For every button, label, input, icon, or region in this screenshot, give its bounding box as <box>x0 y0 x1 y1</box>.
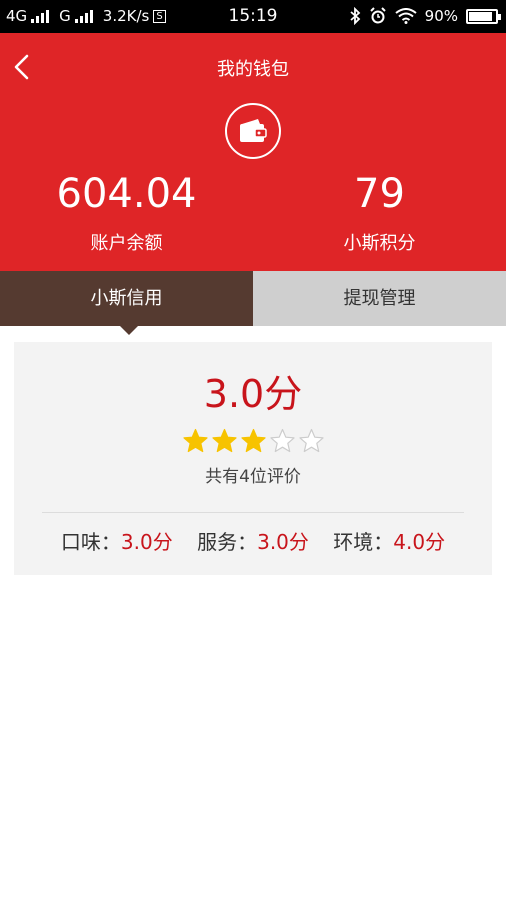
battery-fill <box>469 11 493 21</box>
subscore-value: 4.0分 <box>393 530 446 554</box>
page-title: 我的钱包 <box>217 59 289 80</box>
subscore-label: 环境： <box>333 530 394 554</box>
subscore-value: 3.0分 <box>120 530 173 554</box>
wallet-icon <box>225 103 281 159</box>
subscores: 口味：3.0分 服务：3.0分 环境：4.0分 <box>14 526 492 555</box>
star-filled-icon <box>182 428 208 453</box>
subscore-label: 服务： <box>197 530 258 554</box>
points-stat[interactable]: 79 小斯积分 <box>253 171 506 255</box>
battery-icon <box>466 8 501 24</box>
balance-stat[interactable]: 604.04 账户余额 <box>0 171 253 255</box>
subscore-value: 3.0分 <box>257 530 309 554</box>
battery-percent: 90% <box>424 7 458 25</box>
subscore-label: 口味： <box>60 530 121 554</box>
balance-value: 604.04 <box>56 171 197 217</box>
divider <box>42 512 464 513</box>
tab-withdraw[interactable]: 提现管理 <box>253 271 506 326</box>
tab-credit[interactable]: 小斯信用 <box>0 271 253 335</box>
credit-card: 3.0分 共有4位评价 口味：3.0分 服务：3.0分 环境：4.0分 <box>14 342 492 575</box>
review-count: 共有4位评价 <box>205 467 301 487</box>
star-empty-icon <box>269 428 295 453</box>
subscore-environment: 环境：4.0分 <box>333 530 445 554</box>
status-bar: 4G G 3.2K/s S 15:19 90% <box>0 0 506 33</box>
star-filled-icon <box>240 428 266 453</box>
balance-label: 账户余额 <box>90 233 163 254</box>
bluetooth-icon <box>350 7 360 25</box>
subscore-service: 服务：3.0分 <box>197 530 309 554</box>
star-filled-icon <box>211 428 237 453</box>
wallet-header: 我的钱包 604.04 账户余额 79 小斯积分 <box>0 33 506 271</box>
star-empty-icon <box>298 428 324 453</box>
credit-score: 3.0分 <box>203 372 303 416</box>
points-label: 小斯积分 <box>343 233 416 254</box>
status-right: 90% <box>349 7 501 25</box>
tab-bar: 小斯信用 提现管理 <box>0 271 506 335</box>
alarm-icon <box>369 7 386 24</box>
subscore-taste: 口味：3.0分 <box>61 530 173 554</box>
points-value: 79 <box>354 171 405 217</box>
wifi-icon <box>395 8 417 24</box>
star-rating <box>14 428 492 454</box>
